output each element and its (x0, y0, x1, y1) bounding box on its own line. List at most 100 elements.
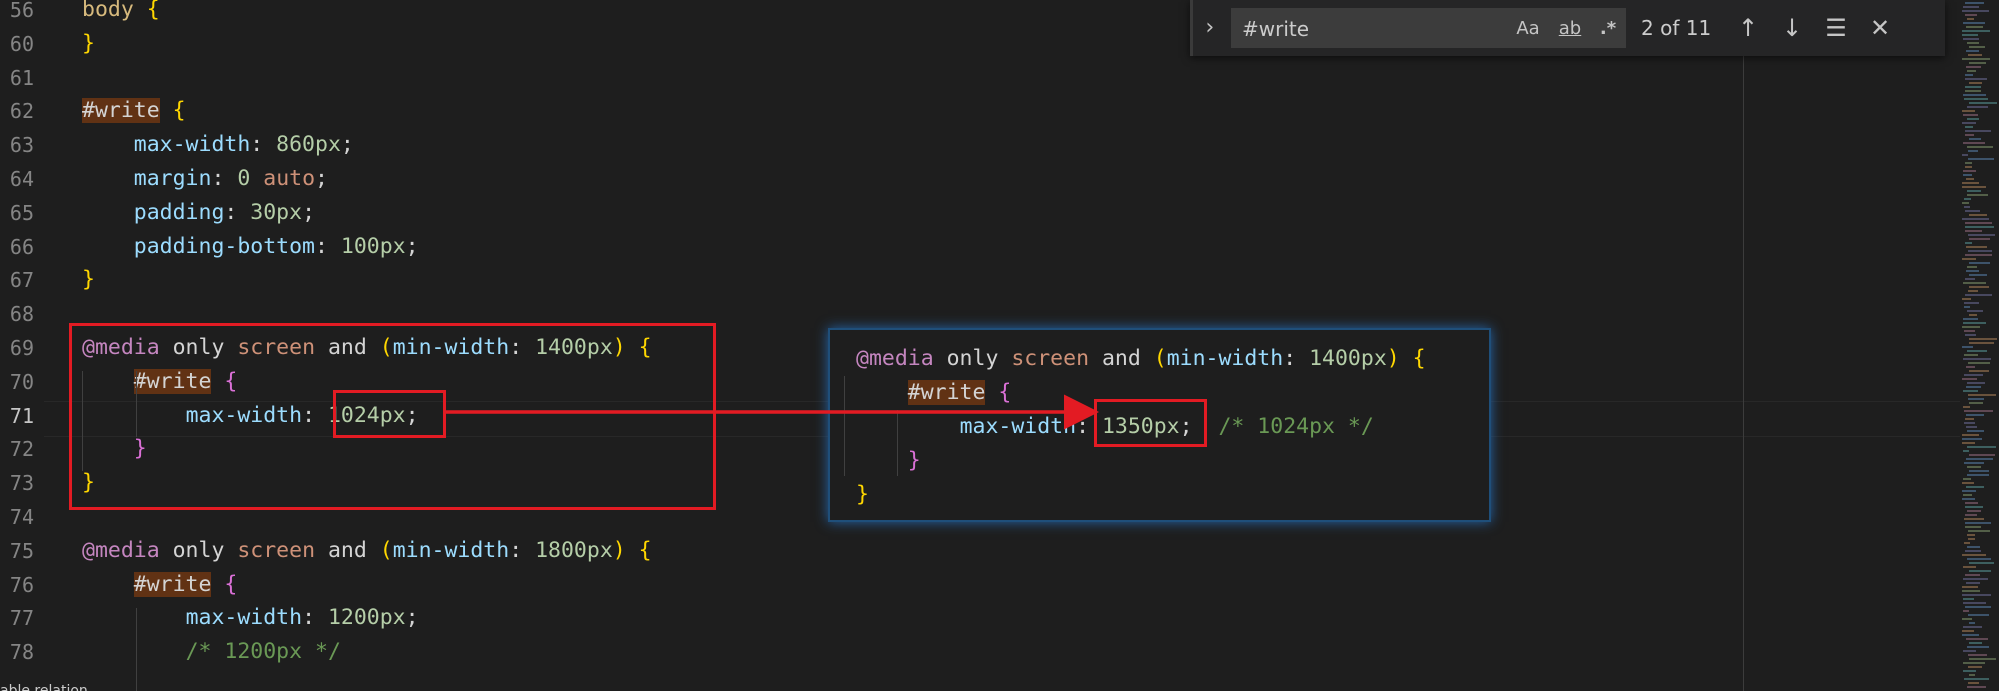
find-input-container[interactable]: Aa ab .* (1231, 8, 1626, 48)
minimap-line (1967, 42, 1979, 44)
code-line[interactable]: body { (82, 0, 160, 27)
code-token: 0 (237, 166, 251, 191)
line-number: 75 (9, 538, 34, 563)
match-case-toggle[interactable]: Aa (1510, 15, 1546, 43)
line-number: 64 (9, 167, 34, 191)
code-line[interactable]: max-width: 1200px; (82, 601, 419, 635)
match-whole-word-toggle[interactable]: ab (1550, 15, 1590, 43)
minimap-line (1968, 530, 1990, 532)
minimap-line (1969, 402, 1983, 404)
minimap-line (1969, 238, 1990, 240)
minimap-line (1965, 86, 1981, 88)
code-line[interactable]: margin: 0 auto; (82, 162, 328, 196)
minimap-line (1963, 406, 1970, 408)
minimap-line (1966, 66, 1981, 68)
minimap-line (1962, 218, 1989, 220)
minimap-line (1963, 22, 1985, 24)
minimap-line (1963, 578, 1988, 580)
minimap-line (1963, 174, 1972, 176)
minimap-line (1965, 14, 1977, 16)
code-line[interactable]: /* 1200px */ (82, 635, 341, 669)
minimap-line (1962, 298, 1971, 300)
code-line[interactable]: } (82, 263, 95, 297)
code-line[interactable]: #write { (82, 94, 186, 128)
code-line[interactable]: padding-bottom: 100px; (82, 230, 419, 264)
minimap-line (1963, 114, 1978, 116)
minimap-line (1962, 346, 1973, 348)
code-line[interactable]: } (82, 27, 95, 61)
code-line[interactable]: padding: 30px; (82, 196, 315, 230)
code-line[interactable]: max-width: 860px; (82, 128, 354, 162)
line-number: 77 (9, 606, 34, 631)
code-token: body (82, 0, 147, 22)
minimap[interactable] (1960, 0, 1999, 691)
minimap-line (1965, 502, 1978, 504)
minimap-line (1969, 286, 1989, 288)
minimap-line (1967, 446, 1996, 448)
minimap-line (1967, 106, 1988, 108)
minimap-line (1966, 270, 1979, 272)
minimap-line (1963, 610, 1969, 612)
minimap-line (1963, 390, 1978, 392)
minimap-line (1965, 78, 1987, 80)
minimap-line (1968, 158, 1994, 160)
line-number: 68 (9, 302, 34, 327)
code-token: : (250, 132, 277, 158)
code-token: ) (612, 537, 626, 563)
minimap-line (1962, 554, 1986, 556)
minimap-line (1962, 154, 1968, 156)
minimap-line (1969, 562, 1994, 564)
minimap-line (1962, 34, 1978, 36)
line-number: 74 (9, 505, 34, 529)
regex-toggle[interactable]: .* (1592, 15, 1624, 43)
find-in-selection-icon[interactable]: ☰ (1819, 12, 1853, 44)
preview-code-line: } (856, 478, 869, 512)
code-token: 30px (250, 199, 303, 225)
code-token: { (998, 380, 1012, 405)
minimap-line (1963, 566, 1976, 568)
minimap-line (1966, 638, 1988, 640)
code-token: #write (82, 98, 160, 124)
minimap-line (1966, 178, 1974, 180)
minimap-line (1967, 534, 1975, 536)
minimap-line (1968, 666, 1982, 668)
find-input[interactable] (1240, 13, 1504, 45)
minimap-line (1967, 70, 1976, 72)
minimap-line (1964, 354, 1978, 356)
minimap-line (1962, 58, 1990, 60)
line-number: 71 (9, 403, 34, 428)
minimap-line (1965, 294, 1992, 296)
code-token: ( (379, 537, 393, 563)
minimap-line (1968, 654, 1987, 656)
code-line[interactable]: #write { (82, 568, 237, 602)
minimap-line (1967, 466, 1981, 468)
minimap-line (1967, 118, 1979, 120)
close-find-icon[interactable]: ✕ (1863, 12, 1897, 44)
minimap-line (1968, 150, 1978, 152)
minimap-line (1967, 146, 1993, 148)
minimap-line (1968, 290, 1978, 292)
minimap-line (1967, 510, 1981, 512)
minimap-line (1963, 6, 1979, 8)
code-line[interactable]: @media only screen and (min-width: 1800p… (82, 534, 652, 568)
minimap-line (1964, 302, 1979, 304)
minimap-line (1965, 166, 1972, 168)
next-match-arrow-down-icon[interactable]: ↓ (1775, 12, 1809, 44)
toggle-replace-chevron-icon[interactable]: › (1203, 14, 1223, 42)
minimap-line (1968, 398, 1984, 400)
minimap-line (1966, 366, 1975, 368)
minimap-line (1965, 210, 1980, 212)
line-number: 61 (9, 65, 34, 90)
code-token: margin (133, 166, 212, 191)
minimap-line (1969, 342, 1994, 344)
minimap-line (1965, 522, 1991, 524)
code-token: { (172, 98, 186, 124)
code-token: ; (405, 605, 419, 631)
minimap-line (1965, 162, 1972, 164)
previous-match-arrow-up-icon[interactable]: ↑ (1731, 12, 1765, 44)
code-token: ( (1153, 346, 1167, 371)
